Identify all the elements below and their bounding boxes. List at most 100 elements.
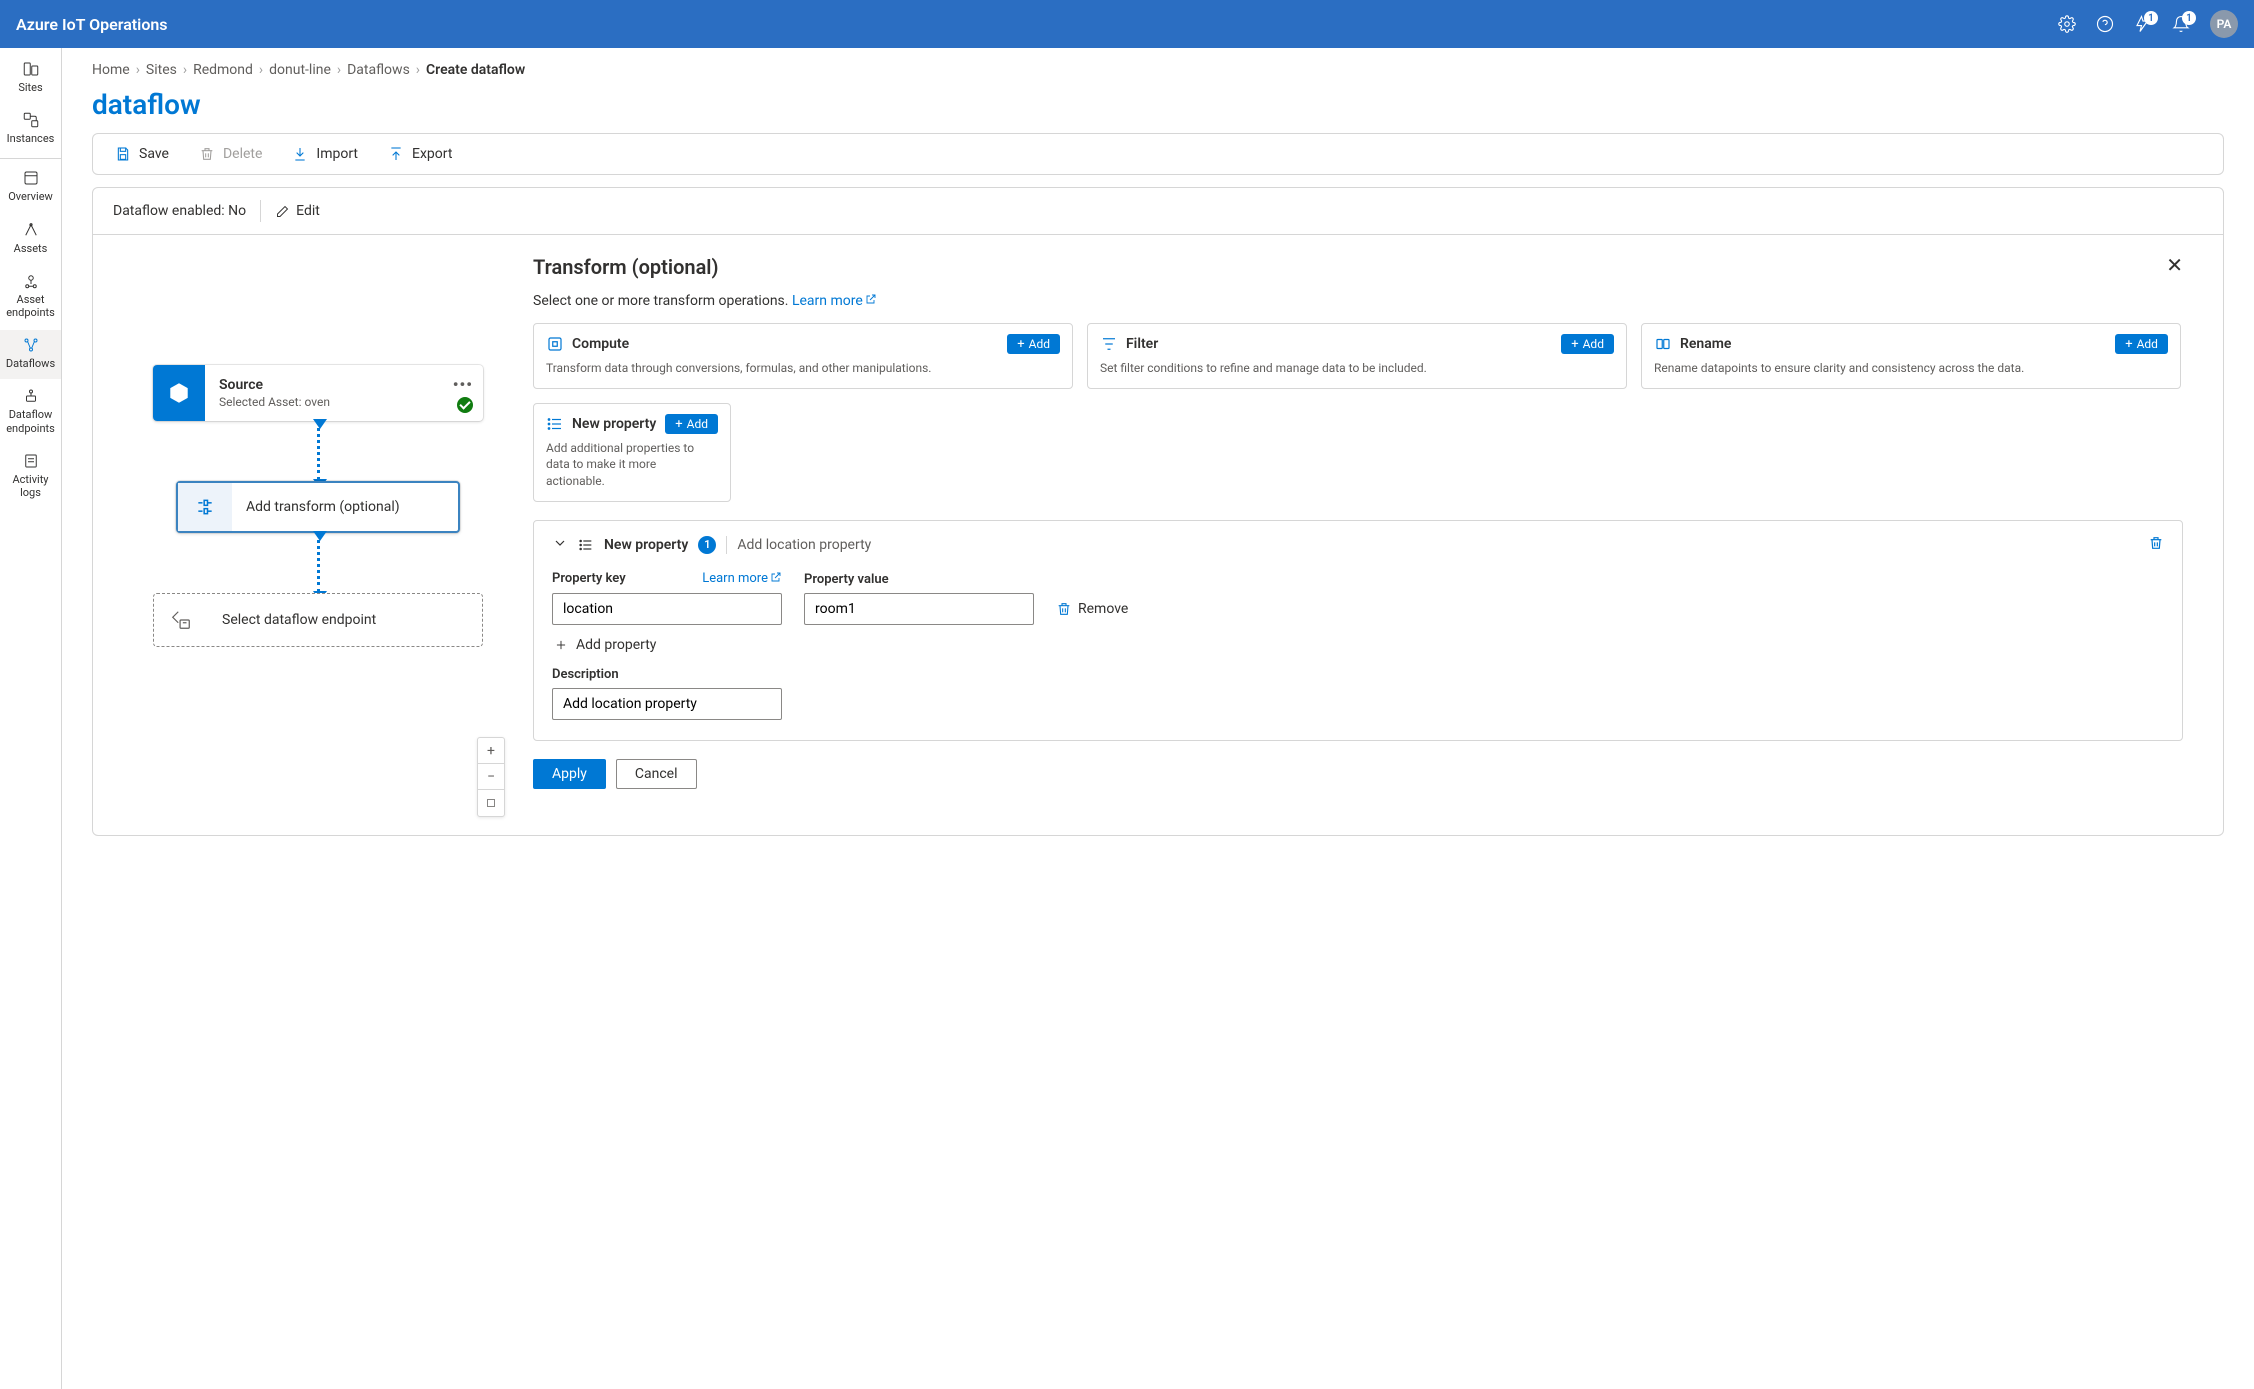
nav-dataflows[interactable]: Dataflows — [0, 330, 61, 379]
add-compute-button[interactable]: Add — [1007, 334, 1060, 354]
op-rename-desc: Rename datapoints to ensure clarity and … — [1654, 360, 2168, 376]
nav-instances-label: Instances — [7, 132, 55, 145]
breadcrumb-sites[interactable]: Sites — [146, 62, 177, 78]
nav-activity-logs-label: Activity logs — [4, 473, 57, 499]
nav-asset-endpoints[interactable]: Asset endpoints — [0, 266, 61, 328]
diagnostics-badge: 1 — [2144, 11, 2158, 25]
breadcrumb-donut-line[interactable]: donut-line — [269, 62, 331, 78]
transform-pane: ✕ Transform (optional) Select one or mor… — [523, 235, 2223, 835]
transform-pane-subtitle: Select one or more transform operations.… — [533, 293, 2183, 309]
property-key-label: Property key — [552, 571, 626, 586]
learn-more-link[interactable]: Learn more — [792, 293, 877, 309]
list-icon — [578, 537, 594, 553]
settings-icon[interactable] — [2058, 15, 2076, 33]
nav-sites[interactable]: Sites — [0, 54, 61, 103]
content-area: Home› Sites› Redmond› donut-line› Datafl… — [62, 48, 2254, 1389]
zoom-controls: + − — [477, 737, 505, 817]
remove-property-button[interactable]: Remove — [1056, 593, 1128, 625]
zoom-in-button[interactable]: + — [478, 738, 504, 764]
left-nav: Sites Instances Overview Assets Asset en… — [0, 48, 62, 1389]
delete-transform-button[interactable] — [2148, 535, 2164, 555]
transform-icon — [178, 483, 232, 531]
description-label: Description — [552, 667, 782, 682]
nav-asset-endpoints-label: Asset endpoints — [4, 293, 57, 319]
breadcrumb-redmond[interactable]: Redmond — [193, 62, 253, 78]
save-button[interactable]: Save — [115, 146, 169, 162]
node-source[interactable]: ••• Source Selected Asset: oven — [153, 365, 483, 421]
op-compute-desc: Transform data through conversions, form… — [546, 360, 1060, 376]
help-icon[interactable] — [2096, 15, 2114, 33]
property-key-input[interactable] — [552, 593, 782, 625]
nav-assets-label: Assets — [14, 242, 48, 255]
notifications-badge: 1 — [2182, 11, 2196, 25]
nav-instances[interactable]: Instances — [0, 105, 61, 154]
add-newprop-button[interactable]: Add — [665, 414, 718, 434]
connector-1 — [317, 421, 320, 481]
top-bar: Azure IoT Operations 1 1 PA — [0, 0, 2254, 48]
delete-button: Delete — [199, 146, 262, 162]
node-endpoint[interactable]: Select dataflow endpoint — [153, 593, 483, 647]
delete-label: Delete — [223, 146, 262, 162]
editor-badge-label: New property — [604, 537, 688, 553]
breadcrumb-dataflows[interactable]: Dataflows — [347, 62, 410, 78]
op-compute-title: Compute — [572, 336, 629, 352]
breadcrumb-current: Create dataflow — [426, 62, 525, 78]
nav-activity-logs[interactable]: Activity logs — [0, 446, 61, 508]
import-button[interactable]: Import — [292, 146, 358, 162]
node-transform[interactable]: Add transform (optional) — [176, 481, 460, 533]
filter-icon — [1100, 335, 1118, 353]
close-icon[interactable]: ✕ — [2166, 253, 2183, 277]
apply-button[interactable]: Apply — [533, 759, 606, 789]
cancel-button[interactable]: Cancel — [616, 759, 697, 789]
op-card-filter: Filter Add Set filter conditions to refi… — [1087, 323, 1627, 389]
description-input[interactable] — [552, 688, 782, 720]
remove-label: Remove — [1078, 601, 1128, 617]
add-property-button[interactable]: Add property — [554, 637, 2164, 653]
transform-pane-title: Transform (optional) — [533, 255, 2183, 279]
editor-summary: Add location property — [737, 537, 871, 553]
node-transform-title: Add transform (optional) — [246, 499, 444, 515]
property-value-input[interactable] — [804, 593, 1034, 625]
zoom-fit-button[interactable] — [478, 790, 504, 816]
export-label: Export — [412, 146, 452, 162]
main-panel: Dataflow enabled: No Edit ••• — [92, 187, 2224, 836]
topbar-right: 1 1 PA — [2058, 10, 2238, 38]
dataflow-canvas[interactable]: ••• Source Selected Asset: oven Add tran… — [93, 235, 523, 835]
property-editor: New property 1 Add location property — [533, 520, 2183, 741]
toolbar: Save Delete Import Export — [92, 133, 2224, 175]
add-rename-button[interactable]: Add — [2115, 334, 2168, 354]
zoom-out-button[interactable]: − — [478, 764, 504, 790]
compute-icon — [546, 335, 564, 353]
node-endpoint-title: Select dataflow endpoint — [222, 612, 468, 628]
op-card-compute: Compute Add Transform data through conve… — [533, 323, 1073, 389]
export-button[interactable]: Export — [388, 146, 452, 162]
edit-label: Edit — [296, 203, 320, 219]
connector-2 — [317, 533, 320, 593]
add-filter-button[interactable]: Add — [1561, 334, 1614, 354]
op-filter-title: Filter — [1126, 336, 1158, 352]
save-label: Save — [139, 146, 169, 162]
success-icon — [457, 397, 473, 413]
page-title: dataflow — [92, 88, 2224, 121]
node-source-more-icon[interactable]: ••• — [453, 375, 473, 394]
avatar[interactable]: PA — [2210, 10, 2238, 38]
status-bar: Dataflow enabled: No Edit — [93, 188, 2223, 235]
node-source-title: Source — [219, 377, 469, 393]
nav-dataflow-endpoints-label: Dataflow endpoints — [4, 408, 57, 434]
rename-icon — [1654, 335, 1672, 353]
op-card-newprop: New property Add Add additional properti… — [533, 403, 731, 502]
learn-more-key-link[interactable]: Learn more — [702, 571, 782, 587]
edit-button[interactable]: Edit — [275, 203, 320, 219]
nav-dataflow-endpoints[interactable]: Dataflow endpoints — [0, 381, 61, 443]
nav-assets[interactable]: Assets — [0, 215, 61, 264]
breadcrumb: Home› Sites› Redmond› donut-line› Datafl… — [92, 62, 2224, 78]
op-card-rename: Rename Add Rename datapoints to ensure c… — [1641, 323, 2181, 389]
external-link-icon — [770, 571, 782, 587]
breadcrumb-home[interactable]: Home — [92, 62, 130, 78]
notifications-icon[interactable]: 1 — [2172, 15, 2190, 33]
nav-overview[interactable]: Overview — [0, 163, 61, 212]
diagnostics-icon[interactable]: 1 — [2134, 15, 2152, 33]
node-source-subtitle: Selected Asset: oven — [219, 395, 469, 409]
op-newprop-desc: Add additional properties to data to mak… — [546, 440, 718, 489]
chevron-down-icon[interactable] — [552, 535, 568, 555]
